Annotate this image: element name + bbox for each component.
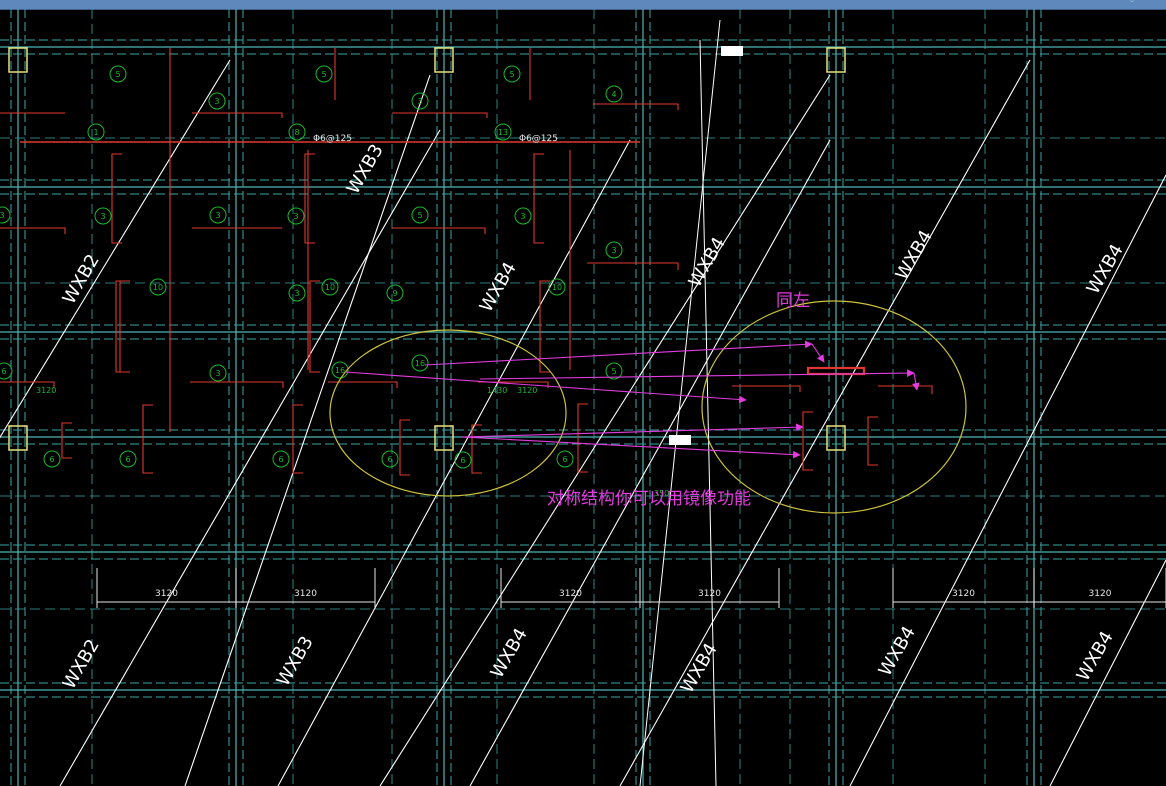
leader-arrow-6 [912,372,920,391]
rebar-top-2 [192,112,283,118]
rebar-mark-number: 1 [93,128,98,137]
rebar-mark-number: 5 [321,70,326,79]
rebar-mark-number: 3 [215,369,220,378]
rebar-mark-number: 6 [49,455,54,464]
rebar-mark-number: 3 [215,211,220,220]
dimension-label: 3120 [698,589,721,599]
slab-label: WXB4 [875,623,920,680]
slab-label: WXB4 [685,234,730,291]
rebar-mark-number: 13 [498,128,508,137]
rebar-mark-number: 5 [417,211,422,220]
rebar-mark-number: 6 [125,455,130,464]
slab-diagonal-0 [0,59,231,439]
rebar-mid-1 [0,227,66,234]
rebar-bracket-10 [471,424,482,474]
highlight-ellipse-left [329,329,567,497]
rebar-mark-number: 3 [293,212,298,221]
rebar-mark-number: 6 [460,456,465,465]
slab-label: WXB2 [59,251,104,308]
dimension-lines: 3120 3120 3120 3120 3120 3120 [96,568,1166,608]
rebar-mark-number: 3 [294,289,299,298]
slab-label: WXB4 [677,640,722,697]
leader-arrow-5 [811,343,825,363]
rebar-mark-number: 3 [0,211,5,220]
rebar-mark-number: 6 [562,455,567,464]
rebar-bracket-13 [802,411,813,471]
note-same-as-left: 同左 [776,291,810,311]
rebar-mid-3 [392,227,486,234]
rebar-bracket-0 [111,153,122,244]
rebar-mark-number: 6 [278,455,283,464]
rebar-mark-number: 10 [552,283,562,292]
rebar-mark-number: 10 [325,283,335,292]
rebar-bracket-7 [142,404,153,474]
cad-drawing-canvas[interactable]: WXB2 WXB3 WXB4 WXB4 WXB4 WXB4 WXB2 WXB3 WXB4 WXB4… [0,9,1166,786]
rebar-mark-number: 3 [611,246,616,255]
slab-label: WXB4 [476,259,521,316]
rebar-bracket-9 [399,419,410,476]
small-dimension-label: 3120 [36,386,56,395]
dimension-label: 3120 [559,589,582,599]
slab-label: WXB3 [343,141,388,198]
slab-diagonal-3 [277,139,631,786]
rebar-mid-4 [587,262,679,270]
rebar-spacing-label-2: Φ6@125 [519,134,558,144]
rebar-bracket-4 [119,280,130,373]
slab-label: WXB4 [1073,628,1118,685]
leader-arrow-1 [424,340,813,366]
rebar-bracket-8 [292,404,303,474]
rebar-mark-number: 6 [387,455,392,464]
slab-label: WXB4 [487,625,532,682]
rebar-mark-number: 5 [115,70,120,79]
rebar-mark-number: 16 [415,359,425,368]
rebar-mark-number: 3 [100,212,105,221]
rebar-mark-number: 10 [153,283,163,292]
dimension-label: 3120 [1089,589,1112,599]
dimension-label: 3120 [952,589,975,599]
rebar-mark-number: 8 [294,128,299,137]
rebar-layout [0,48,933,476]
rebar-bracket-3 [115,280,126,373]
note-mirror-function: 对称结构你可以用镜像功能 [547,489,751,509]
slab-label: WXB3 [273,633,318,690]
rebar-bracket-6 [309,280,320,373]
rebar-mark-number: 5 [611,367,616,376]
structural-grid [0,9,1166,786]
small-dimension-label: 1430 [487,386,507,395]
dimension-label: 3120 [155,589,178,599]
rebar-mark-number: 5 [509,70,514,79]
slab-label: WXB4 [1083,241,1128,298]
leader-arrow-3 [461,423,804,438]
rebar-mirror-3 [878,385,933,394]
rebar-mark-number: 9 [392,289,397,298]
rebar-bracket-2 [533,153,544,244]
rebar-marks: 5353541 8 133 3 3 3 5 33103109103 1616566 6 6 6 6 631… [0,65,669,498]
rebar-mark-number: 3 [417,97,422,106]
rebar-top-3 [392,112,488,118]
slab-lines: WXB2 WXB3 WXB4 WXB4 WXB4 WXB4 WXB2 WXB3 WXB4 WXB4… [0,19,1166,786]
rebar-mark-number: 3 [214,97,219,106]
rebar-mark-number: 4 [611,90,616,99]
small-dimension-label: 3120 [517,386,537,395]
rebar-spacing-label-1: Φ6@125 [313,134,352,144]
rebar-mark-number: 6 [1,367,6,376]
rebar-bracket-14 [867,416,878,466]
dimension-label: 3120 [294,589,317,599]
break-symbol-top [721,46,743,56]
window-control-icon[interactable]: ◦ [1126,0,1138,7]
break-symbol-mid [669,435,691,445]
slab-label: WXB4 [892,227,937,284]
rebar-bracket-1 [304,153,315,244]
slab-label: WXB2 [59,636,104,693]
rebar-bracket-12 [577,403,588,473]
rebar-mark-number: 3 [520,212,525,221]
leader-arrow-4 [461,436,801,459]
rebar-bracket-11 [61,422,72,459]
